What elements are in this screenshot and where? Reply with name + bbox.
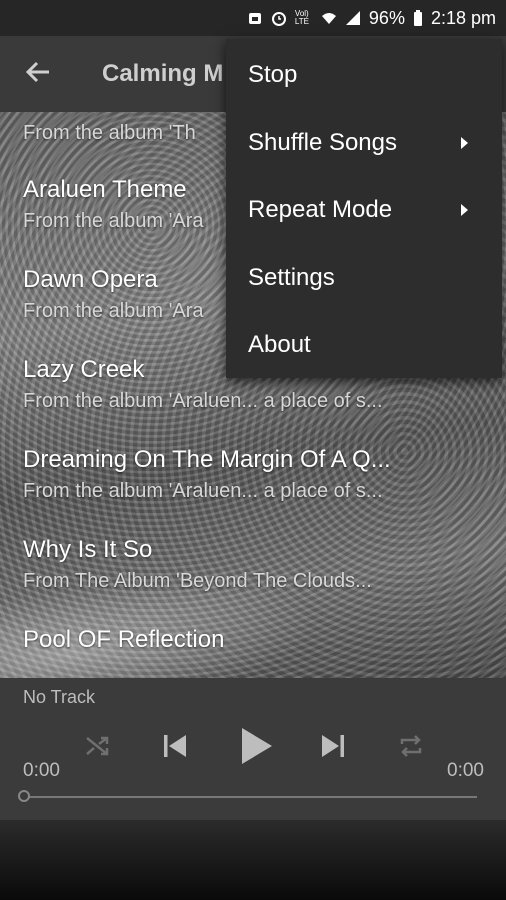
play-icon bbox=[238, 726, 274, 771]
track-title: Pool OF Reflection bbox=[23, 626, 225, 653]
menu-item-about[interactable]: About bbox=[226, 311, 502, 378]
menu-item-label: Repeat Mode bbox=[248, 195, 393, 223]
signal-icon bbox=[345, 10, 361, 26]
track-subtitle: From the album 'Araluen... a place of s.… bbox=[23, 390, 383, 412]
menu-item-shuffle-songs[interactable]: Shuffle Songs bbox=[226, 109, 502, 176]
track-title: Dreaming On The Margin Of A Q... bbox=[23, 446, 391, 473]
battery-icon bbox=[413, 10, 423, 26]
shuffle-button[interactable] bbox=[80, 726, 114, 770]
alarm-icon bbox=[271, 10, 287, 26]
menu-item-stop[interactable]: Stop bbox=[226, 41, 502, 108]
clock: 2:18 pm bbox=[430, 7, 496, 28]
back-button[interactable] bbox=[0, 36, 76, 112]
elapsed-time: 0:00 bbox=[23, 760, 60, 781]
total-time: 0:00 bbox=[447, 760, 484, 781]
shuffle-icon bbox=[83, 732, 111, 765]
progress-thumb[interactable] bbox=[18, 790, 30, 802]
app-screen: Vol) LTE 96% 2:18 pm Calming M From the … bbox=[0, 0, 506, 900]
battery-percent: 96% bbox=[368, 7, 405, 28]
repeat-button[interactable] bbox=[394, 726, 428, 770]
arrow-left-icon bbox=[25, 59, 51, 90]
track-subtitle: From The Album 'Beyond The Clouds... bbox=[23, 570, 372, 592]
skip-next-icon bbox=[318, 731, 348, 766]
page-title: Calming M bbox=[102, 60, 224, 87]
status-bar: Vol) LTE 96% 2:18 pm bbox=[0, 0, 506, 36]
submenu-arrow-icon bbox=[461, 203, 468, 216]
notification-icon bbox=[247, 10, 263, 26]
submenu-arrow-icon bbox=[461, 136, 468, 149]
volte-label: Vol) LTE bbox=[294, 9, 309, 26]
next-button[interactable] bbox=[316, 726, 350, 770]
skip-previous-icon bbox=[160, 731, 190, 766]
menu-item-label: Stop bbox=[248, 60, 298, 88]
list-item[interactable]: Why Is It So From The Album 'Beyond The … bbox=[23, 536, 483, 593]
list-item[interactable]: Dreaming On The Margin Of A Q... From th… bbox=[23, 446, 483, 503]
now-playing-label: No Track bbox=[23, 687, 96, 707]
track-subtitle: From the album 'Araluen... a place of s.… bbox=[23, 480, 383, 502]
progress-track[interactable] bbox=[25, 796, 477, 798]
menu-item-label: Shuffle Songs bbox=[248, 128, 398, 156]
player-panel: No Track 0:00 0:00 bbox=[0, 678, 506, 820]
menu-item-label: About bbox=[248, 330, 311, 358]
navigation-bar-area bbox=[0, 820, 506, 900]
repeat-icon bbox=[397, 732, 425, 765]
track-title: Why Is It So bbox=[23, 536, 153, 563]
previous-button[interactable] bbox=[158, 726, 192, 770]
list-item[interactable]: Pool OF Reflection bbox=[23, 626, 483, 654]
menu-item-settings[interactable]: Settings bbox=[226, 244, 502, 311]
menu-item-repeat-mode[interactable]: Repeat Mode bbox=[226, 176, 502, 243]
wifi-icon bbox=[321, 10, 337, 26]
play-button[interactable] bbox=[236, 726, 276, 770]
menu-item-label: Settings bbox=[248, 263, 335, 291]
overflow-menu: Stop Shuffle Songs Repeat Mode Settings … bbox=[226, 39, 502, 378]
